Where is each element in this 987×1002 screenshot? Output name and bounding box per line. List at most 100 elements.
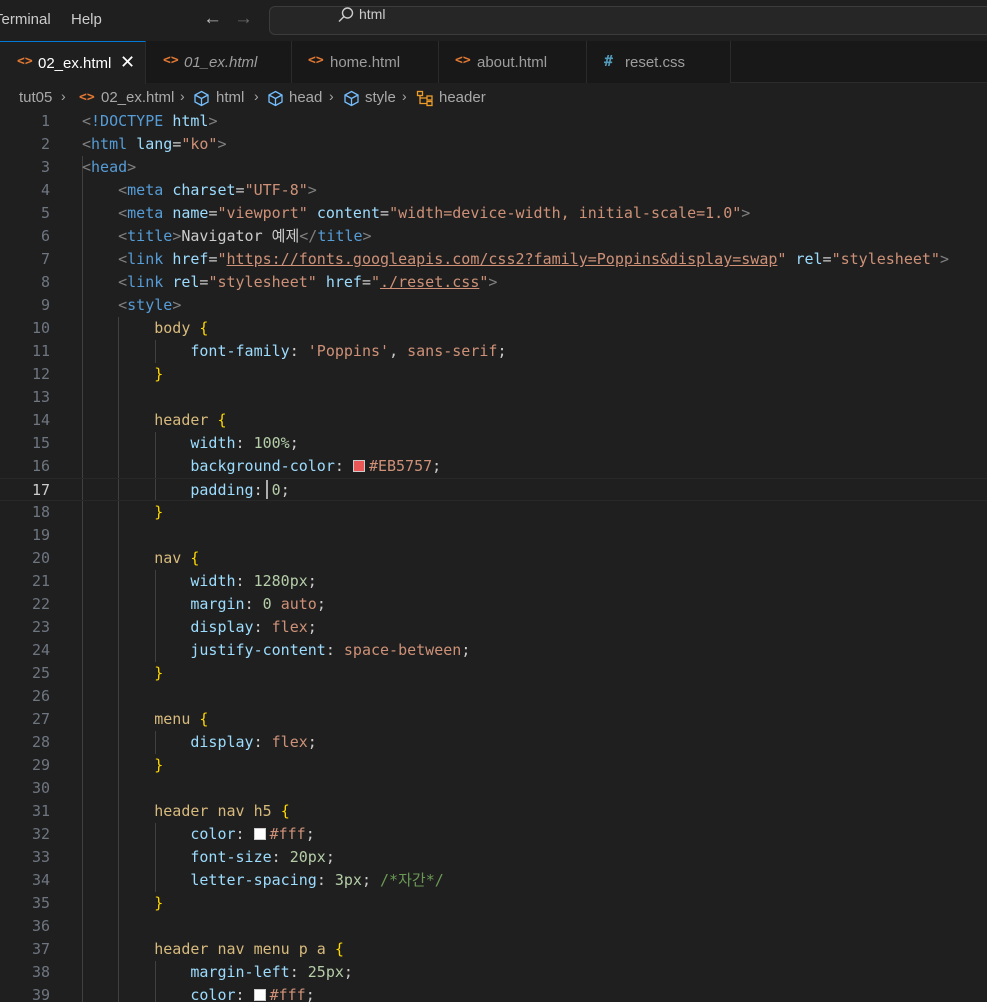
code-text: color: #fff;: [190, 825, 315, 843]
code-line[interactable]: 36: [0, 915, 987, 938]
line-number: 17: [31, 481, 50, 499]
code-line[interactable]: 26: [0, 685, 987, 708]
code-line[interactable]: 18 }: [0, 501, 987, 524]
code-line[interactable]: 1 <!DOCTYPE html>: [0, 110, 987, 133]
code-text: }: [154, 365, 164, 383]
code-line[interactable]: 37 header nav menu p a {: [0, 938, 987, 961]
code-line[interactable]: 10 body {: [0, 317, 987, 340]
line-number: 31: [31, 802, 50, 820]
element-cube-icon: [194, 90, 209, 107]
code-line[interactable]: 14 header {: [0, 409, 987, 432]
tab-reset-css[interactable]: # reset.css: [587, 41, 731, 83]
code-line[interactable]: 34 letter-spacing: 3px; /*자간*/: [0, 869, 987, 892]
line-number: 32: [31, 825, 50, 843]
arrow-right-icon[interactable]: →: [234, 8, 253, 30]
code-line[interactable]: 33 font-size: 20px;: [0, 846, 987, 869]
code-line[interactable]: 19: [0, 524, 987, 547]
title-bar: Terminal Help ← → html: [0, 0, 987, 41]
code-line[interactable]: 30: [0, 777, 987, 800]
arrow-left-icon[interactable]: ←: [203, 8, 222, 30]
breadcrumb: tut05 › <> 02_ex.html › html › head › st…: [0, 84, 987, 110]
breadcrumb-style[interactable]: style: [365, 89, 396, 106]
code-text: justify-content: space-between;: [190, 641, 471, 659]
code-line[interactable]: 31 header nav h5 {: [0, 800, 987, 823]
line-number: 9: [40, 296, 50, 314]
code-line[interactable]: 15 width: 100%;: [0, 432, 987, 455]
chevron-right-icon: ›: [254, 88, 259, 104]
breadcrumb-folder[interactable]: tut05: [19, 89, 52, 106]
code-text: width: 1280px;: [190, 572, 317, 590]
code-text: font-size: 20px;: [190, 848, 335, 866]
breadcrumb-file[interactable]: 02_ex.html: [101, 89, 174, 106]
menu-help[interactable]: Help: [71, 11, 102, 28]
code-line[interactable]: 21 width: 1280px;: [0, 570, 987, 593]
code-line[interactable]: 17 padding: 0;: [0, 478, 987, 501]
code-text: <link href="https://fonts.googleapis.com…: [118, 250, 949, 268]
code-text: <style>: [118, 296, 182, 314]
code-line[interactable]: 7 <link href="https://fonts.googleapis.c…: [0, 248, 987, 271]
line-number: 13: [31, 388, 50, 406]
color-swatch[interactable]: [253, 989, 266, 1001]
line-number: 3: [40, 158, 50, 176]
line-number: 8: [40, 273, 50, 291]
search-input[interactable]: html: [359, 6, 385, 22]
line-number: 18: [31, 503, 50, 521]
code-text: }: [154, 503, 164, 521]
color-swatch[interactable]: [253, 828, 266, 840]
tab-home-html[interactable]: <> home.html: [292, 41, 439, 83]
line-number: 16: [31, 457, 50, 475]
code-line[interactable]: 16 background-color: #EB5757;: [0, 455, 987, 478]
code-line[interactable]: 4 <meta charset="UTF-8">: [0, 179, 987, 202]
line-number: 20: [31, 549, 50, 567]
code-line[interactable]: 23 display: flex;: [0, 616, 987, 639]
code-line[interactable]: 32 color: #fff;: [0, 823, 987, 846]
code-line[interactable]: 12 }: [0, 363, 987, 386]
breadcrumb-head[interactable]: head: [289, 89, 322, 106]
code-text: font-family: 'Poppins', sans-serif;: [190, 342, 507, 360]
code-line[interactable]: 28 display: flex;: [0, 731, 987, 754]
code-line[interactable]: 2 <html lang="ko">: [0, 133, 987, 156]
code-line[interactable]: 20 nav {: [0, 547, 987, 570]
code-line[interactable]: 13: [0, 386, 987, 409]
code-line[interactable]: 22 margin: 0 auto;: [0, 593, 987, 616]
code-line[interactable]: 39 color: #fff;: [0, 984, 987, 1002]
editor-tab-bar: <> 02_ex.html ✕ <> 01_ex.html <> home.ht…: [0, 41, 987, 84]
code-text: header nav h5 {: [154, 802, 290, 820]
code-text: <html lang="ko">: [82, 135, 227, 153]
tab-01-ex-html[interactable]: <> 01_ex.html: [146, 41, 292, 83]
code-text: <meta name="viewport" content="width=dev…: [118, 204, 751, 222]
line-number: 26: [31, 687, 50, 705]
menu-terminal[interactable]: Terminal: [0, 11, 51, 28]
line-number: 28: [31, 733, 50, 751]
code-line[interactable]: 8 <link rel="stylesheet" href="./reset.c…: [0, 271, 987, 294]
code-line[interactable]: 29 }: [0, 754, 987, 777]
code-line[interactable]: 5 <meta name="viewport" content="width=d…: [0, 202, 987, 225]
code-line[interactable]: 11 font-family: 'Poppins', sans-serif;: [0, 340, 987, 363]
code-text: <title>Navigator 예제</title>: [118, 227, 372, 245]
html-file-icon: <>: [163, 53, 179, 68]
code-line[interactable]: 9 <style>: [0, 294, 987, 317]
code-line[interactable]: 3 <head>: [0, 156, 987, 179]
element-cube-icon: [268, 90, 283, 107]
chevron-right-icon: ›: [329, 88, 334, 104]
color-swatch[interactable]: [352, 460, 365, 472]
close-icon[interactable]: ✕: [120, 52, 135, 73]
code-editor[interactable]: 1 <!DOCTYPE html> 2 <html lang="ko"> 3 <head>…: [0, 110, 987, 1002]
code-line[interactable]: 6 <title>Navigator 예제</title>: [0, 225, 987, 248]
code-text: <!DOCTYPE html>: [82, 112, 218, 130]
code-line[interactable]: 27 menu {: [0, 708, 987, 731]
tab-label: 02_ex.html: [38, 55, 112, 72]
code-line[interactable]: 38 margin-left: 25px;: [0, 961, 987, 984]
tab-about-html[interactable]: <> about.html: [439, 41, 587, 83]
breadcrumb-header[interactable]: header: [439, 89, 486, 106]
code-text: header nav menu p a {: [154, 940, 344, 958]
breadcrumb-html[interactable]: html: [216, 89, 244, 106]
code-line[interactable]: 25 }: [0, 662, 987, 685]
code-text: background-color: #EB5757;: [190, 457, 442, 475]
html-file-icon: <>: [79, 90, 95, 105]
code-line[interactable]: 24 justify-content: space-between;: [0, 639, 987, 662]
line-number: 6: [40, 227, 50, 245]
code-line[interactable]: 35 }: [0, 892, 987, 915]
element-cube-icon: [344, 90, 359, 107]
tab-02-ex-html[interactable]: <> 02_ex.html ✕: [0, 41, 146, 84]
